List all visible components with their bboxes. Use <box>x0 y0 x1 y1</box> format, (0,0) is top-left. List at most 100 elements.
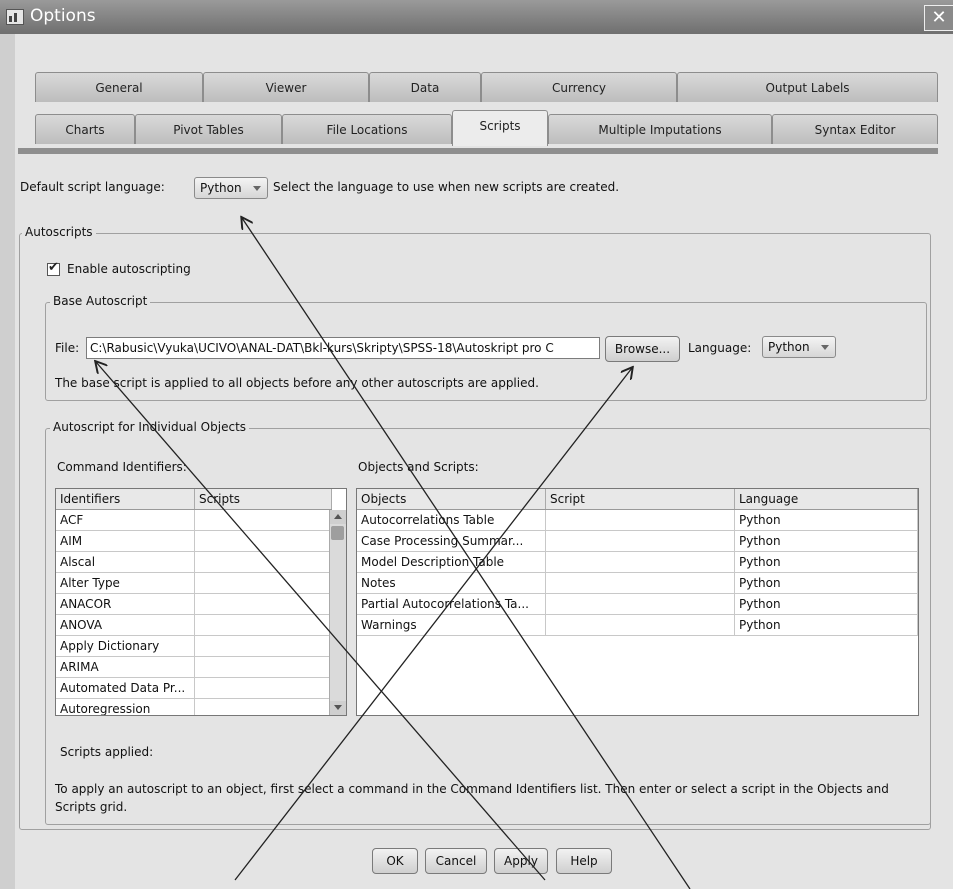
objects-header[interactable]: Objects <box>357 489 546 510</box>
table-row[interactable]: Case Processing Summar... Python <box>357 530 918 552</box>
base-language-select[interactable]: Python <box>762 336 836 358</box>
table-row[interactable]: Autoregression <box>56 698 332 715</box>
script-cell[interactable] <box>194 677 332 699</box>
object-cell[interactable]: Warnings <box>357 614 546 636</box>
identifier-cell[interactable]: ANOVA <box>56 614 195 636</box>
object-cell[interactable]: Autocorrelations Table <box>357 509 546 531</box>
identifier-cell[interactable]: Alter Type <box>56 572 195 594</box>
default-language-hint: Select the language to use when new scri… <box>273 180 620 194</box>
identifier-cell[interactable]: Automated Data Pr... <box>56 677 195 699</box>
table-row[interactable]: Autocorrelations Table Python <box>357 509 918 531</box>
help-button[interactable]: Help <box>556 848 612 874</box>
tab-multiple-imputations[interactable]: Multiple Imputations <box>548 114 772 144</box>
script-cell[interactable] <box>545 509 735 531</box>
identifier-cell[interactable]: ANACOR <box>56 593 195 615</box>
object-cell[interactable]: Case Processing Summar... <box>357 530 546 552</box>
script-cell[interactable] <box>194 572 332 594</box>
script-cell[interactable] <box>194 698 332 715</box>
table-row[interactable]: Warnings Python <box>357 614 918 636</box>
script-header[interactable]: Script <box>545 489 735 510</box>
tab-viewer[interactable]: Viewer <box>203 72 369 102</box>
tab-scripts[interactable]: Scripts <box>452 110 548 146</box>
script-cell[interactable] <box>194 551 332 573</box>
tab-file-locations[interactable]: File Locations <box>282 114 452 144</box>
base-language-value: Python <box>768 340 810 354</box>
table-row[interactable]: AIM <box>56 530 332 552</box>
base-script-file-input[interactable]: C:\Rabusic\Vyuka\UCIVO\ANAL-DAT\Bkl-kurs… <box>86 337 600 359</box>
title-bar: Options ✕ <box>0 0 953 34</box>
objects-scripts-grid[interactable]: Objects Script Language Autocorrelations… <box>356 488 919 716</box>
default-language-select[interactable]: Python <box>194 177 268 199</box>
table-row[interactable]: ANACOR <box>56 593 332 615</box>
tab-pivot-tables[interactable]: Pivot Tables <box>135 114 282 144</box>
table-row[interactable]: Notes Python <box>357 572 918 594</box>
tab-general[interactable]: General <box>35 72 203 102</box>
language-cell[interactable]: Python <box>734 593 918 615</box>
command-identifiers-grid[interactable]: Identifiers Scripts ACF AIM Alscal Alter Ty… <box>55 488 347 716</box>
language-cell[interactable]: Python <box>734 551 918 573</box>
table-row[interactable]: Apply Dictionary <box>56 635 332 657</box>
scroll-thumb[interactable] <box>331 526 344 540</box>
scroll-down-icon[interactable] <box>330 701 346 715</box>
language-cell[interactable]: Python <box>734 572 918 594</box>
script-cell[interactable] <box>194 509 332 531</box>
tab-currency[interactable]: Currency <box>481 72 677 102</box>
script-cell[interactable] <box>545 530 735 552</box>
tab-data[interactable]: Data <box>369 72 481 102</box>
tab-charts[interactable]: Charts <box>35 114 135 144</box>
command-identifiers-label: Command Identifiers: <box>57 460 187 474</box>
script-cell[interactable] <box>194 656 332 678</box>
object-cell[interactable]: Partial Autocorrelations Ta... <box>357 593 546 615</box>
tab-syntax-editor[interactable]: Syntax Editor <box>772 114 938 144</box>
language-cell[interactable]: Python <box>734 509 918 531</box>
table-row[interactable]: ACF <box>56 509 332 531</box>
script-cell[interactable] <box>545 614 735 636</box>
language-header[interactable]: Language <box>734 489 918 510</box>
table-row[interactable]: Partial Autocorrelations Ta... Python <box>357 593 918 615</box>
identifier-cell[interactable]: Alscal <box>56 551 195 573</box>
script-cell[interactable] <box>194 530 332 552</box>
script-cell[interactable] <box>545 593 735 615</box>
table-row[interactable]: ARIMA <box>56 656 332 678</box>
script-cell[interactable] <box>545 551 735 573</box>
script-cell[interactable] <box>545 572 735 594</box>
base-language-label: Language: <box>688 341 752 355</box>
apply-button[interactable]: Apply <box>494 848 548 874</box>
chevron-down-icon <box>821 345 829 350</box>
table-row[interactable]: Automated Data Pr... <box>56 677 332 699</box>
language-cell[interactable]: Python <box>734 530 918 552</box>
cancel-button[interactable]: Cancel <box>425 848 487 874</box>
script-cell[interactable] <box>194 635 332 657</box>
enable-autoscripting-label: Enable autoscripting <box>67 262 191 276</box>
objects-and-scripts-label: Objects and Scripts: <box>358 460 479 474</box>
identifier-cell[interactable]: ACF <box>56 509 195 531</box>
ok-button[interactable]: OK <box>372 848 418 874</box>
default-language-label: Default script language: <box>20 180 165 194</box>
identifiers-header[interactable]: Identifiers <box>56 489 195 510</box>
default-language-value: Python <box>200 181 242 195</box>
scroll-up-icon[interactable] <box>330 510 346 524</box>
identifier-cell[interactable]: AIM <box>56 530 195 552</box>
app-icon <box>6 9 24 25</box>
identifier-cell[interactable]: Autoregression <box>56 698 195 715</box>
table-row[interactable]: Alscal <box>56 551 332 573</box>
language-cell[interactable]: Python <box>734 614 918 636</box>
window-title: Options <box>30 6 96 26</box>
individual-objects-legend: Autoscript for Individual Objects <box>50 420 250 434</box>
table-row[interactable]: Alter Type <box>56 572 332 594</box>
table-row[interactable]: ANOVA <box>56 614 332 636</box>
scripts-header[interactable]: Scripts <box>194 489 332 510</box>
table-row[interactable]: Model Description Table Python <box>357 551 918 573</box>
identifiers-scrollbar[interactable] <box>329 510 346 715</box>
identifier-cell[interactable]: Apply Dictionary <box>56 635 195 657</box>
autoscripts-legend: Autoscripts <box>22 225 96 239</box>
object-cell[interactable]: Model Description Table <box>357 551 546 573</box>
script-cell[interactable] <box>194 614 332 636</box>
object-cell[interactable]: Notes <box>357 572 546 594</box>
close-icon[interactable]: ✕ <box>924 5 953 31</box>
browse-button[interactable]: Browse... <box>605 336 680 362</box>
script-cell[interactable] <box>194 593 332 615</box>
identifier-cell[interactable]: ARIMA <box>56 656 195 678</box>
tab-output-labels[interactable]: Output Labels <box>677 72 938 102</box>
enable-autoscripting-checkbox[interactable] <box>47 260 60 276</box>
